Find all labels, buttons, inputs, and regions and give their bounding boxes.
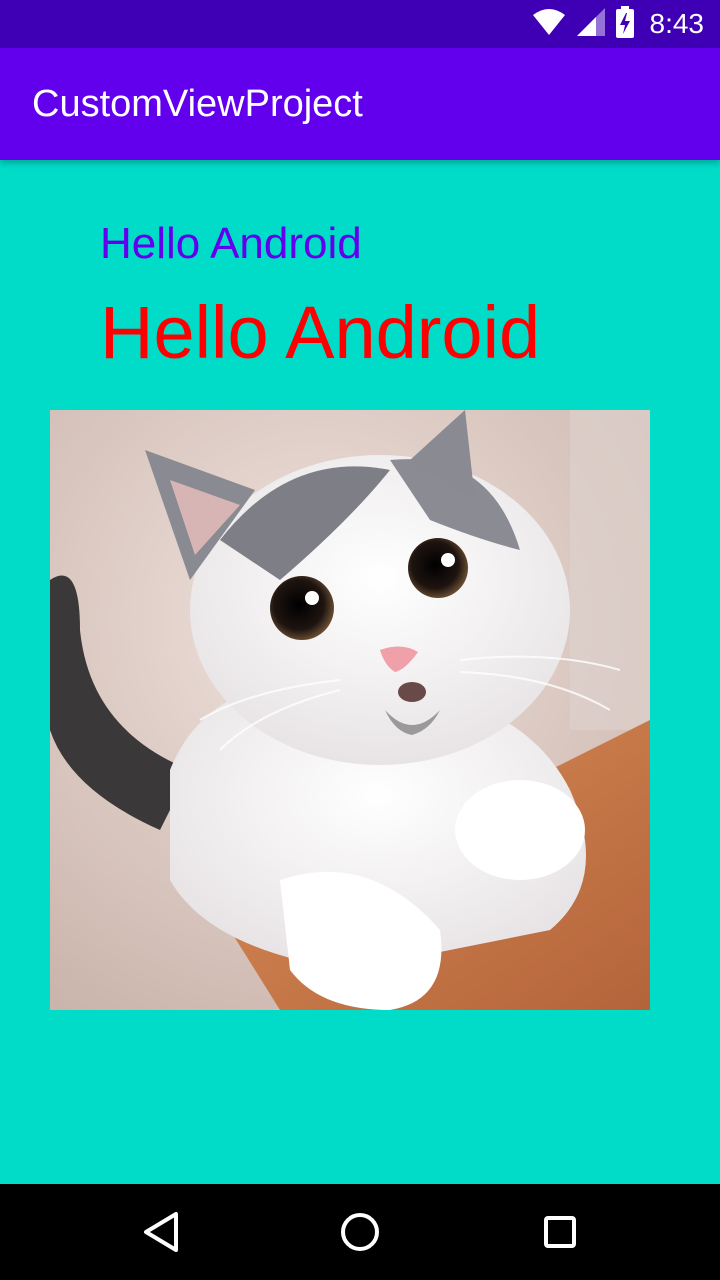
- status-time: 8:43: [649, 8, 705, 39]
- battery-charging-icon: [615, 5, 634, 43]
- main-content: Hello Android Hello Android: [0, 160, 720, 1184]
- app-title: CustomViewProject: [32, 83, 363, 125]
- hello-text-large: Hello Android: [100, 291, 541, 374]
- hello-text-small: Hello Android: [100, 219, 362, 268]
- kitten-image: [50, 410, 650, 1010]
- app-bar: CustomViewProject: [0, 48, 720, 160]
- back-icon[interactable]: [134, 1206, 186, 1258]
- home-icon[interactable]: [334, 1206, 386, 1258]
- navigation-bar: [0, 1184, 720, 1280]
- status-icons: 8:43: [532, 0, 705, 48]
- wifi-icon: [532, 8, 566, 41]
- cell-signal-icon: [576, 7, 606, 42]
- recents-icon[interactable]: [534, 1206, 586, 1258]
- status-bar: 8:43: [0, 0, 720, 48]
